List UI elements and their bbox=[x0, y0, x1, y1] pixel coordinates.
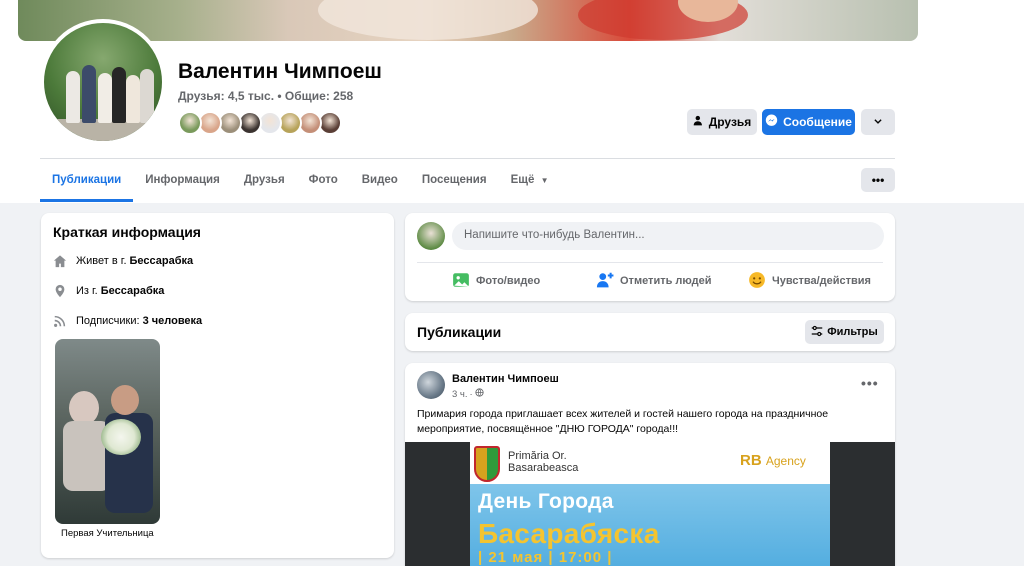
tab-posts[interactable]: Публикации bbox=[40, 160, 134, 202]
composer-input[interactable]: Напишите что-нибудь Валентин... bbox=[452, 222, 884, 250]
tab-videos[interactable]: Видео bbox=[350, 160, 410, 202]
featured-detail bbox=[101, 419, 141, 455]
tab-friends[interactable]: Друзья bbox=[232, 160, 297, 202]
filters-button[interactable]: Фильтры bbox=[805, 320, 884, 344]
messenger-icon bbox=[765, 114, 778, 130]
coat-of-arms-icon bbox=[474, 446, 500, 482]
tag-people-label: Отметить людей bbox=[620, 275, 712, 287]
intro-lives-in: Живет в г. Бессарабка bbox=[53, 254, 193, 268]
profile-tabs: Публикации Информация Друзья Фото Видео … bbox=[40, 160, 561, 202]
mutual-friend-avatar[interactable] bbox=[178, 111, 202, 135]
filters-label: Фильтры bbox=[827, 326, 878, 338]
poster-org-line2: Basarabeasca bbox=[508, 462, 579, 474]
post-options-button[interactable]: ••• bbox=[861, 375, 879, 391]
followers-prefix: Подписчики: bbox=[76, 315, 140, 327]
filter-sliders-icon bbox=[811, 325, 823, 340]
post-media[interactable]: Primăria Or. Basarabeasca RB Agency День… bbox=[405, 442, 895, 566]
friends-button-label: Друзья bbox=[708, 115, 752, 129]
tag-people-icon bbox=[596, 271, 614, 292]
message-button-label: Сообщение bbox=[783, 115, 852, 129]
followers-count[interactable]: 3 человека bbox=[143, 315, 203, 327]
intro-card: Краткая информация Живет в г. Бессарабка… bbox=[41, 213, 394, 558]
composer-divider bbox=[417, 262, 883, 263]
tabs-more-button[interactable]: ••• bbox=[861, 168, 895, 192]
tag-people-button[interactable]: Отметить людей bbox=[596, 270, 712, 292]
tab-photos[interactable]: Фото bbox=[297, 160, 350, 202]
poster-agency-logo: RB Agency bbox=[740, 452, 806, 469]
avatar-detail bbox=[98, 73, 112, 123]
post-author-name[interactable]: Валентин Чимпоеш bbox=[452, 373, 559, 385]
poster-org-line1: Primăria Or. bbox=[508, 450, 567, 462]
publications-header: Публикации Фильтры bbox=[405, 313, 895, 351]
mutual-friends-avatars[interactable] bbox=[178, 111, 342, 135]
composer-avatar[interactable] bbox=[417, 222, 445, 250]
poster-org: Primăria Or. Basarabeasca bbox=[508, 450, 578, 474]
globe-icon bbox=[475, 388, 484, 400]
message-button[interactable]: Сообщение bbox=[762, 109, 855, 135]
avatar-detail bbox=[66, 71, 80, 123]
post-composer: Напишите что-нибудь Валентин... Фото/вид… bbox=[405, 213, 895, 301]
post-time[interactable]: 3 ч. bbox=[452, 389, 468, 400]
from-city[interactable]: Бессарабка bbox=[101, 285, 165, 297]
cover-photo[interactable] bbox=[18, 0, 918, 41]
header-divider bbox=[40, 158, 895, 159]
cover-detail bbox=[318, 0, 538, 40]
photo-video-button[interactable]: Фото/видео bbox=[452, 270, 540, 292]
person-check-icon bbox=[693, 115, 704, 129]
feeling-activity-label: Чувства/действия bbox=[772, 275, 871, 287]
home-icon bbox=[53, 254, 67, 268]
tab-more-label: Ещё bbox=[510, 174, 535, 186]
featured-photo[interactable] bbox=[55, 339, 160, 524]
poster-agency-word: Agency bbox=[765, 454, 806, 468]
photo-icon bbox=[452, 271, 470, 292]
feeling-activity-button[interactable]: Чувства/действия bbox=[748, 270, 871, 292]
chevron-down-icon bbox=[873, 115, 883, 129]
from-prefix: Из г. bbox=[76, 285, 98, 297]
avatar-detail bbox=[140, 69, 154, 123]
post-card: Валентин Чимпоеш 3 ч. · ••• Примария гор… bbox=[405, 363, 895, 566]
event-poster: Primăria Or. Basarabeasca RB Agency День… bbox=[470, 442, 830, 566]
profile-avatar[interactable] bbox=[40, 19, 166, 145]
poster-agency-rb: RB bbox=[740, 452, 762, 469]
profile-more-button[interactable] bbox=[861, 109, 895, 135]
photo-video-label: Фото/видео bbox=[476, 275, 541, 287]
featured-caption[interactable]: Первая Учительница bbox=[61, 528, 154, 539]
intro-from: Из г. Бессарабка bbox=[53, 284, 164, 298]
post-text: Примария города приглашает всех жителей … bbox=[417, 408, 829, 435]
tab-checkins[interactable]: Посещения bbox=[410, 160, 499, 202]
avatar-detail bbox=[112, 67, 126, 123]
publications-title: Публикации bbox=[417, 324, 502, 340]
poster-title-line1: День Города bbox=[478, 490, 614, 513]
poster-title-line2: Басарабяска bbox=[478, 518, 660, 549]
rss-icon bbox=[53, 314, 67, 328]
location-pin-icon bbox=[53, 284, 67, 298]
avatar-detail bbox=[126, 75, 140, 123]
friends-summary[interactable]: Друзья: 4,5 тыс. • Общие: 258 bbox=[178, 89, 353, 103]
tab-more[interactable]: Ещё ▼ bbox=[499, 160, 561, 202]
smiley-icon bbox=[748, 271, 766, 292]
intro-title: Краткая информация bbox=[53, 224, 201, 240]
post-author-avatar[interactable] bbox=[417, 371, 445, 399]
dot-separator: · bbox=[469, 388, 473, 400]
featured-detail bbox=[111, 385, 139, 415]
lives-in-prefix: Живет в г. bbox=[76, 255, 127, 267]
post-meta: 3 ч. · bbox=[452, 388, 484, 400]
intro-followers: Подписчики: 3 человека bbox=[53, 314, 202, 328]
lives-in-city[interactable]: Бессарабка bbox=[130, 255, 194, 267]
featured-detail bbox=[69, 391, 99, 425]
friends-button[interactable]: Друзья bbox=[687, 109, 757, 135]
poster-date: | 21 мая | 17:00 | bbox=[478, 549, 613, 566]
avatar-detail bbox=[82, 65, 96, 123]
profile-name: Валентин Чимпоеш bbox=[178, 60, 382, 83]
tab-about[interactable]: Информация bbox=[133, 160, 232, 202]
caret-down-icon: ▼ bbox=[540, 176, 549, 185]
